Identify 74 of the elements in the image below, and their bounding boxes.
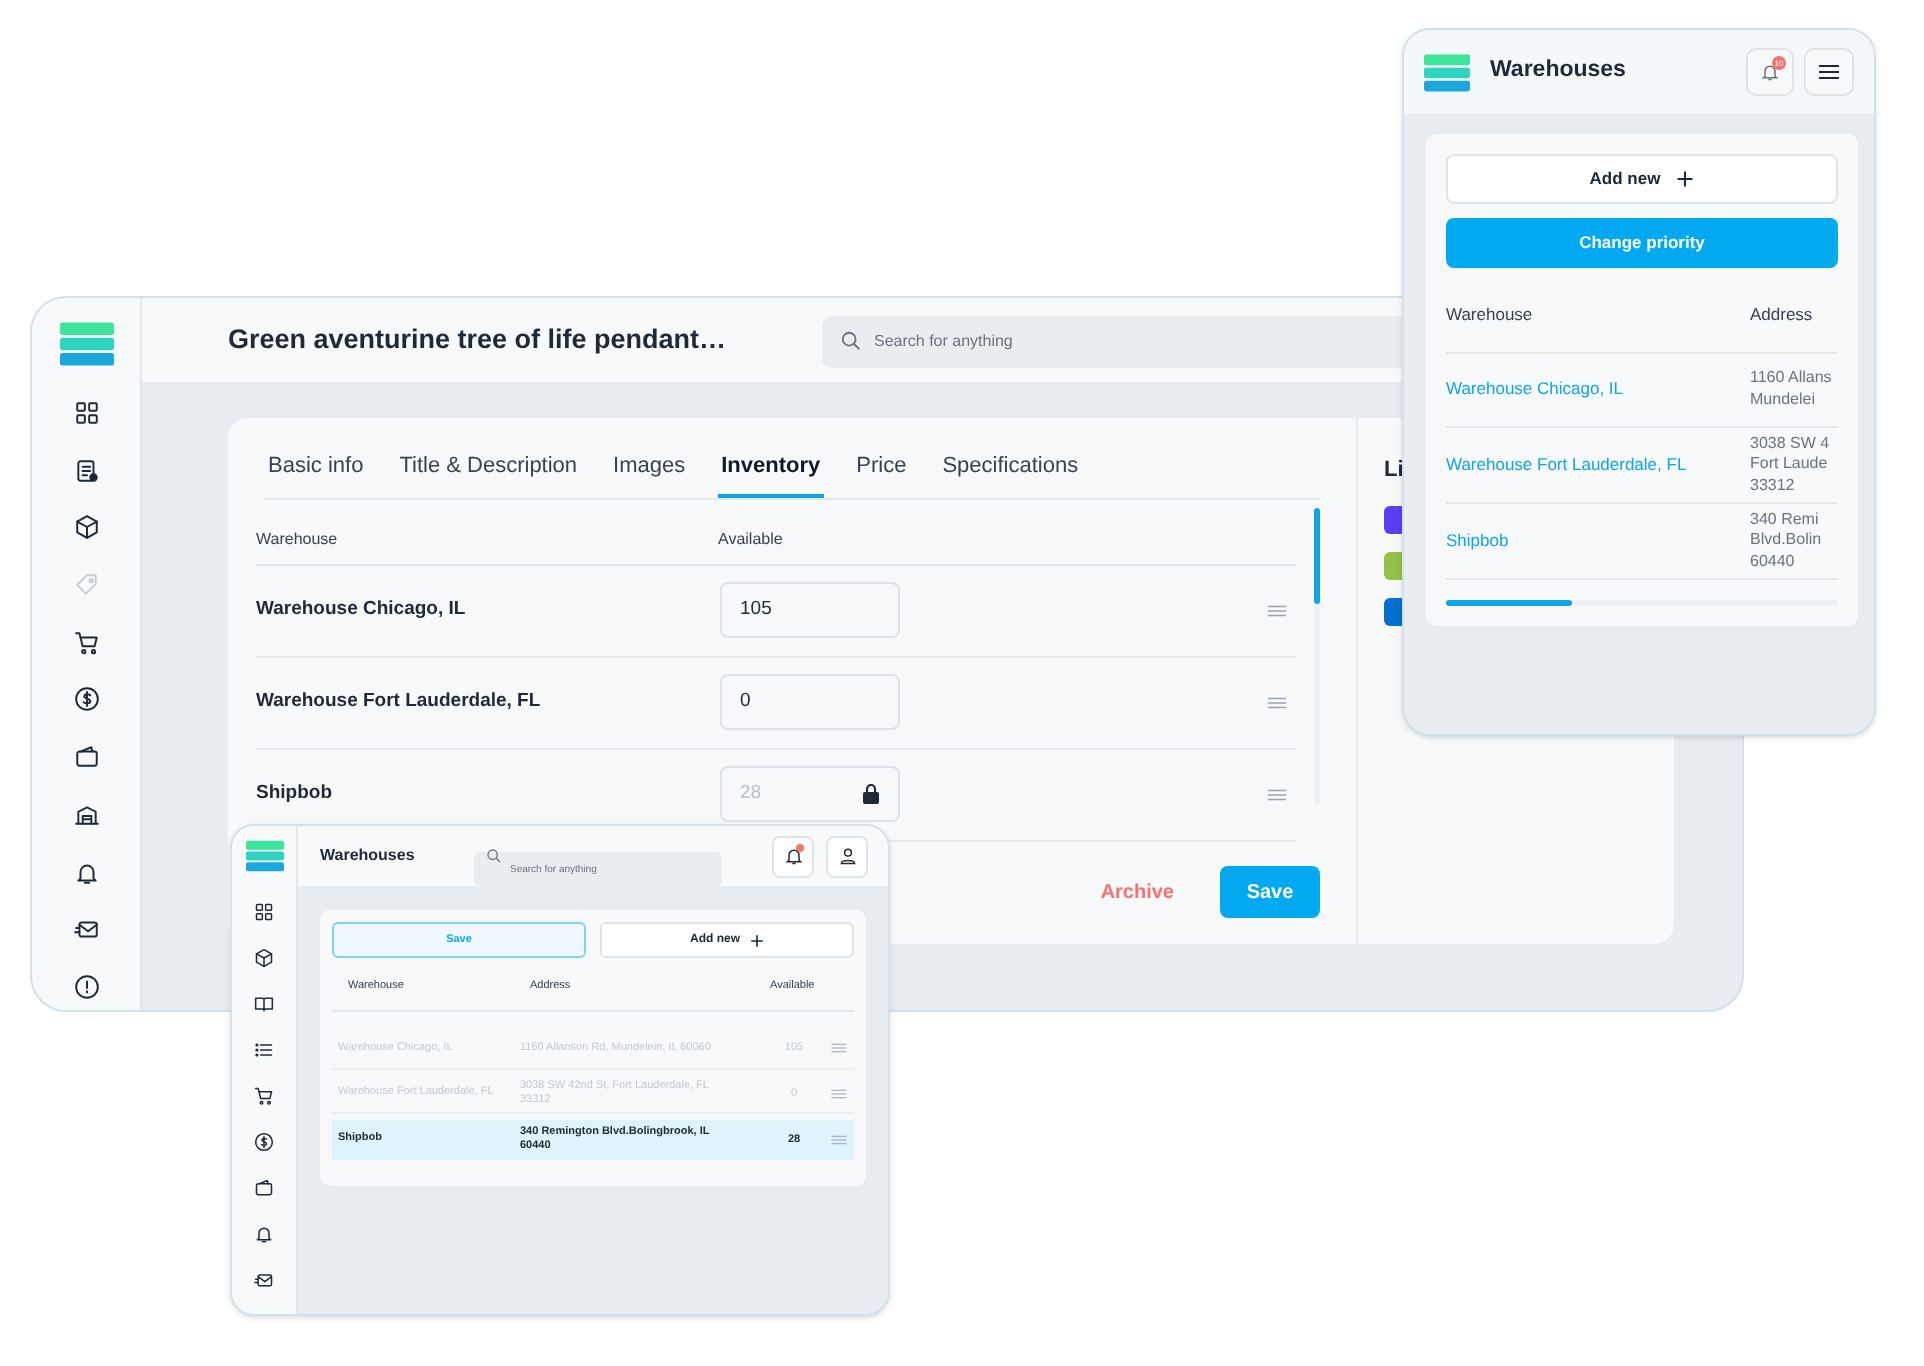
cart-icon[interactable]: [73, 629, 99, 656]
add-new-button[interactable]: Add new: [1446, 154, 1838, 204]
quantity-field[interactable]: 105: [720, 582, 900, 638]
cart-icon[interactable]: [254, 1086, 274, 1106]
user-icon: [837, 846, 857, 866]
box-icon[interactable]: [254, 948, 274, 968]
address-line: Blvd.Bolin: [1750, 530, 1822, 552]
address-line: 340 Remi: [1750, 509, 1821, 531]
drag-handle-icon[interactable]: [830, 1087, 848, 1100]
drag-handle-icon[interactable]: [1266, 695, 1288, 709]
warehouse-name: Shipbob: [256, 779, 334, 808]
dollar-icon[interactable]: [73, 686, 99, 713]
tab[interactable]: Price: [852, 450, 911, 497]
address-line: 60440: [1750, 551, 1797, 573]
search-icon: [840, 329, 862, 351]
drag-handle-icon[interactable]: [830, 1042, 848, 1055]
bell-icon: [783, 846, 803, 866]
tab[interactable]: Images: [609, 450, 690, 497]
quantity-value: 105: [740, 595, 772, 624]
tab[interactable]: Basic info: [264, 450, 368, 497]
warehouse-name: Warehouse Fort Lauderdale, FL: [256, 687, 543, 716]
drag-handle-icon[interactable]: [1266, 787, 1288, 801]
logo-icon: [59, 322, 113, 366]
profile-button[interactable]: [826, 835, 868, 877]
address-line: 3038 SW 4: [1750, 433, 1830, 455]
notifications-button[interactable]: [772, 835, 814, 877]
horizontal-scrollbar[interactable]: [1446, 600, 1838, 607]
logo-icon: [245, 838, 283, 874]
tab[interactable]: Inventory: [717, 450, 825, 497]
plus-icon: [750, 933, 764, 947]
address-line: Mundelei: [1750, 389, 1817, 411]
grid-icon[interactable]: [73, 400, 99, 426]
tab[interactable]: Specifications: [938, 450, 1083, 497]
column-header: Address: [1750, 302, 1813, 328]
list-icon[interactable]: [254, 1040, 274, 1060]
envelope-icon[interactable]: [73, 916, 99, 943]
column-header: Available: [718, 527, 783, 551]
building-icon[interactable]: [73, 801, 99, 828]
menu-icon: [1818, 64, 1840, 80]
drag-handle-icon[interactable]: [1266, 603, 1288, 617]
dollar-icon[interactable]: [254, 1132, 274, 1152]
logo-icon: [1424, 51, 1470, 93]
column-header: Warehouse: [256, 527, 340, 551]
address-line: 1160 Allans: [1750, 368, 1832, 390]
column-header: Warehouse: [1446, 302, 1535, 328]
document-icon[interactable]: [73, 457, 99, 484]
page-title: Warehouses: [320, 844, 417, 868]
page-title: Warehouses: [1490, 56, 1626, 87]
tab[interactable]: Title & Description: [395, 450, 582, 497]
lock-icon: [862, 784, 880, 804]
quantity-value: 28: [740, 779, 762, 808]
bell-icon[interactable]: [73, 859, 99, 885]
box-icon[interactable]: [73, 514, 99, 541]
envelope-icon[interactable]: [254, 1270, 274, 1290]
menu-button[interactable]: [1804, 48, 1854, 96]
quantity-value: 0: [740, 687, 751, 716]
drag-handle-icon[interactable]: [830, 1133, 848, 1146]
quantity-field[interactable]: 0: [720, 674, 900, 730]
wallet-icon[interactable]: [254, 1178, 274, 1198]
plus-icon: [1676, 170, 1695, 188]
warehouse-name: Warehouse Chicago, IL: [256, 595, 468, 624]
address-line: Fort Laude: [1750, 454, 1830, 476]
panel-title: Li: [1384, 456, 1404, 486]
address-line: 33312: [1750, 475, 1797, 496]
grid-icon[interactable]: [254, 902, 274, 922]
scrollbar[interactable]: [1314, 507, 1320, 803]
wallet-icon[interactable]: [73, 744, 99, 771]
book-icon[interactable]: [254, 994, 274, 1014]
bell-icon: [1760, 62, 1780, 82]
search-field[interactable]: Search for anything: [822, 315, 1404, 367]
product-title: Green aventurine tree of life pendant…: [228, 324, 727, 354]
search-icon: [486, 848, 502, 864]
bell-icon[interactable]: [254, 1224, 274, 1244]
info-icon[interactable]: [73, 973, 99, 1000]
